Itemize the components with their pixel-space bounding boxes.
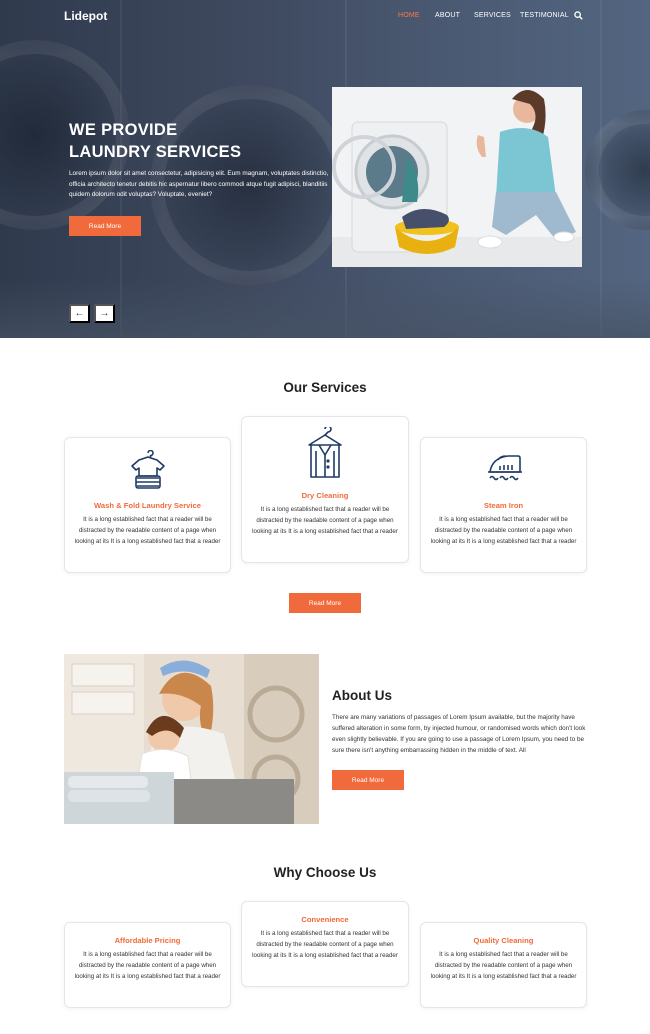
about-image-mother-daughter-laundry [64,654,319,824]
services-title: Our Services [283,380,367,395]
why-card-description: It is a long established fact that a rea… [252,930,398,959]
nav-services[interactable]: SERVICES [474,12,511,19]
service-description: It is a long established fact that a rea… [74,516,221,545]
why-card-title: Quality Cleaning [473,936,534,945]
why-card-description: It is a long established fact that a rea… [430,951,577,980]
service-title: Wash & Fold Laundry Service [94,501,201,510]
site-logo[interactable]: Lidepot [64,9,107,23]
steam-iron-icon [487,455,522,481]
hero-title-line2: LAUNDRY SERVICES [69,143,242,161]
service-title: Dry Cleaning [301,491,349,500]
hero-title: WE PROVIDE LAUNDRY SERVICES [69,119,241,163]
why-card-convenience[interactable]: Convenience It is a long established fac… [241,901,409,987]
why-card-title: Affordable Pricing [114,936,181,945]
hero-image-woman-washing-machine [332,87,582,267]
why-card-affordable-pricing[interactable]: Affordable Pricing It is a long establis… [64,922,231,1008]
about-description: There are many variations of passages of… [332,714,586,754]
hero-prev-button[interactable]: ← [69,304,90,323]
service-description: It is a long established fact that a rea… [430,516,577,545]
hero-title-line1: WE PROVIDE [69,121,178,139]
hero-description: Lorem ipsum dolor sit amet consectetur, … [69,170,329,198]
nav-testimonial[interactable]: TESTIMONIAL [520,12,569,19]
top-nav: Lidepot HOME ABOUT SERVICES TESTIMONIAL [0,0,650,34]
washer-drum-graphic [585,110,650,230]
why-card-quality-cleaning[interactable]: Quality Cleaning It is a long establishe… [420,922,587,1008]
service-card-steam-iron[interactable]: Steam Iron It is a long established fact… [420,437,587,573]
service-card-wash-fold[interactable]: Wash & Fold Laundry Service It is a long… [64,437,231,573]
folded-shirt-icon [130,450,165,489]
why-card-title: Convenience [301,915,349,924]
nav-about[interactable]: ABOUT [435,12,460,19]
hero-next-button[interactable]: → [94,304,115,323]
about-read-more-button[interactable]: Read More [332,770,404,790]
hero-read-more-button[interactable]: Read More [69,216,141,236]
search-icon[interactable] [574,11,583,20]
garment-bag-icon [308,427,342,478]
why-card-description: It is a long established fact that a rea… [74,951,221,980]
hero-banner: Lidepot HOME ABOUT SERVICES TESTIMONIAL … [0,0,650,338]
service-card-dry-cleaning[interactable]: Dry Cleaning It is a long established fa… [241,416,409,563]
about-title: About Us [332,688,392,703]
services-read-more-button[interactable]: Read More [289,593,361,613]
nav-home[interactable]: HOME [398,12,420,19]
why-title: Why Choose Us [273,865,377,880]
service-title: Steam Iron [483,501,524,510]
service-description: It is a long established fact that a rea… [252,506,398,535]
